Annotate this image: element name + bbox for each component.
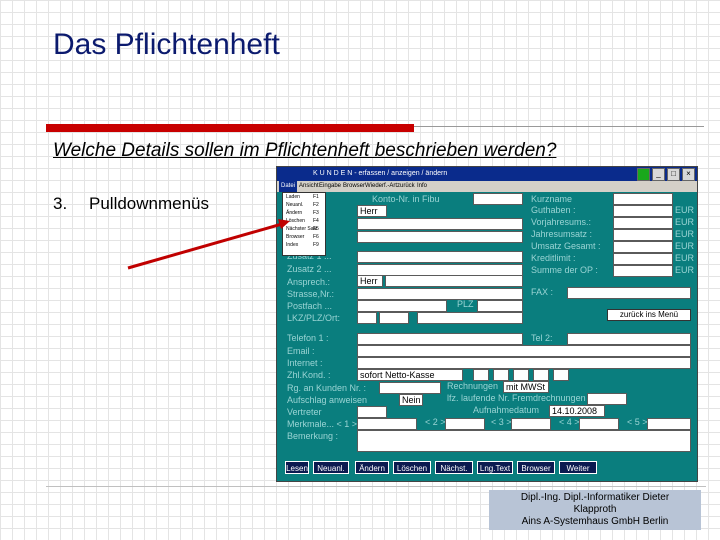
footer-line1: Dipl.-Ing. Dipl.-Informatiker Dieter — [520, 492, 670, 503]
arrow-shaft — [127, 222, 283, 270]
footer-line2: Klapproth — [573, 504, 617, 515]
arrow-head — [278, 219, 290, 229]
pointer-arrow — [127, 219, 290, 270]
footer-author-box: Dipl.-Ing. Dipl.-Informatiker Dieter Kla… — [489, 490, 701, 530]
footer-line3: Ains A-Systemhaus GmbH Berlin — [521, 516, 669, 527]
footer-rule — [46, 486, 706, 487]
